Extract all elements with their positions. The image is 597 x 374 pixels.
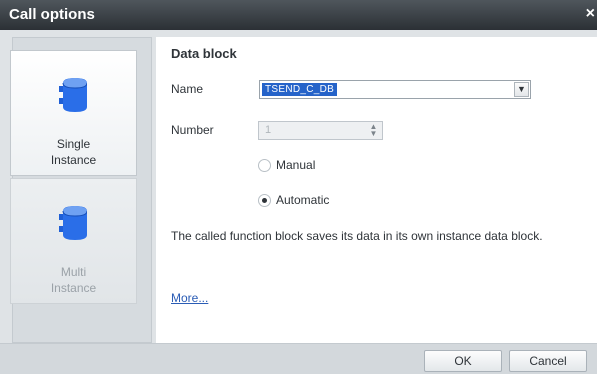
radio-manual-circle[interactable] (258, 159, 271, 173)
name-value: TSEND_C_DB (262, 83, 338, 96)
close-icon[interactable]: × (586, 5, 595, 23)
radio-automatic[interactable]: Automatic (258, 193, 330, 208)
more-link[interactable]: More... (171, 291, 208, 305)
call-options-dialog: Call options × Single Instance Multi Ins… (0, 0, 597, 374)
dialog-footer: OK Cancel (0, 343, 597, 374)
database-icon (59, 206, 87, 240)
ok-button[interactable]: OK (424, 350, 502, 372)
radio-automatic-label: Automatic (276, 193, 330, 207)
section-title: Data block (171, 46, 237, 61)
number-value: 1 (265, 124, 272, 136)
radio-manual[interactable]: Manual (258, 158, 316, 173)
multi-instance-label: Multi Instance (50, 265, 97, 295)
cancel-button[interactable]: Cancel (509, 350, 587, 372)
title-bar: Call options × (0, 0, 597, 30)
name-combobox[interactable]: TSEND_C_DB ▼ (259, 80, 531, 99)
multi-instance-button[interactable]: Multi Instance (10, 178, 137, 304)
options-content: Data block Name TSEND_C_DB ▼ Number 1 ▲ ▼… (156, 37, 597, 343)
spinner-arrows-icon[interactable]: ▲ ▼ (367, 123, 380, 138)
number-label: Number (171, 123, 214, 137)
dialog-title: Call options (9, 6, 95, 23)
number-stepper[interactable]: 1 ▲ ▼ (258, 121, 383, 140)
description-text: The called function block saves its data… (171, 229, 543, 243)
single-instance-button[interactable]: Single Instance (10, 50, 137, 176)
single-instance-label: Single Instance (50, 137, 97, 167)
name-label: Name (171, 82, 204, 96)
radio-automatic-circle[interactable] (258, 194, 271, 208)
chevron-down-icon[interactable]: ▼ (514, 82, 529, 97)
database-icon (59, 78, 87, 112)
radio-manual-label: Manual (276, 158, 316, 172)
